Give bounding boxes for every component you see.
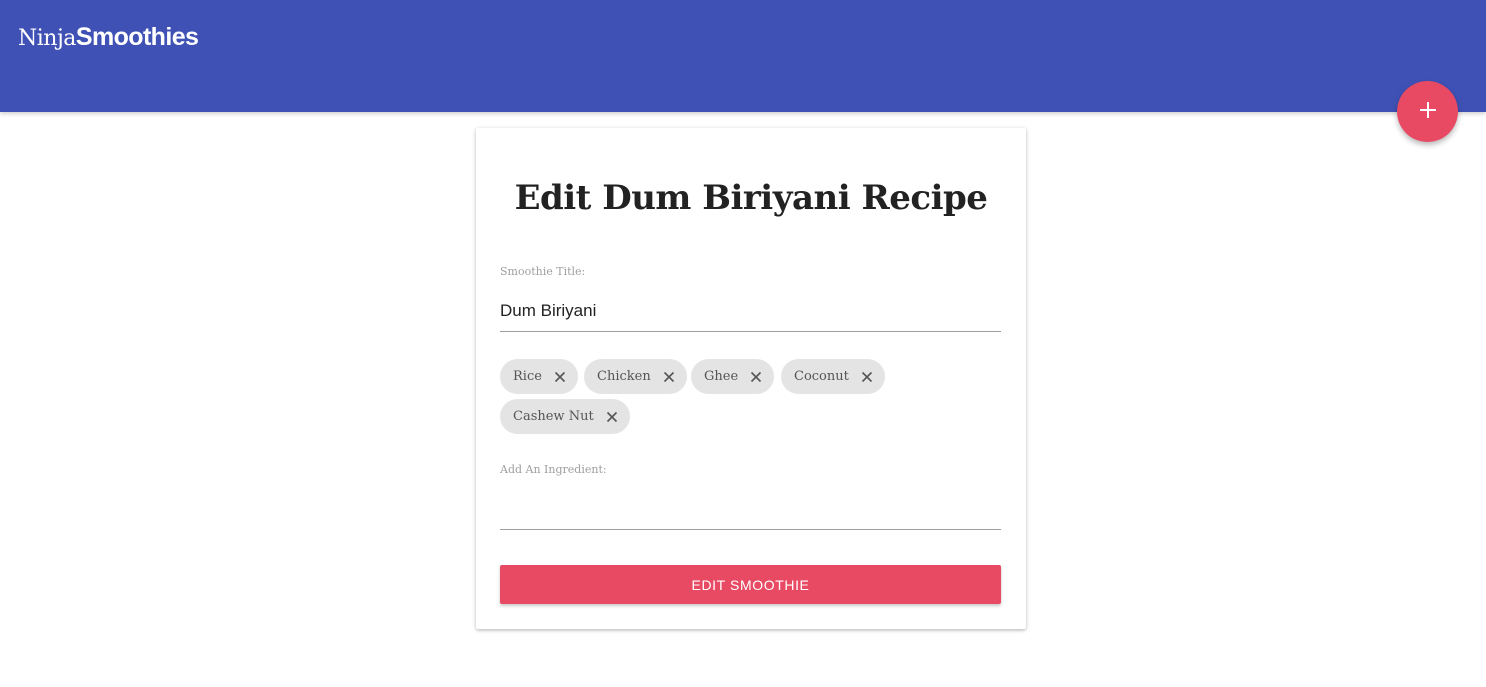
close-icon[interactable] [554,371,566,383]
ingredient-field-label: Add An Ingredient: [500,463,607,476]
navbar: NinjaSmoothies [0,0,1486,112]
ingredient-chip: Ghee [691,359,775,394]
brand-name-light: Ninja [18,26,76,51]
ingredient-chip-label: Coconut [794,369,849,384]
edit-recipe-card: Edit Dum Biriyani Recipe Smoothie Title:… [476,128,1026,629]
ingredient-chip-label: Chicken [597,369,651,384]
close-icon[interactable] [663,371,675,383]
ingredient-chip: Chicken [584,359,687,394]
plus-icon [1418,100,1438,123]
edit-smoothie-button[interactable]: EDIT SMOOTHIE [500,565,1001,604]
title-field-label: Smoothie Title: [500,265,586,278]
close-icon[interactable] [861,371,873,383]
brand-logo-link[interactable]: NinjaSmoothies [18,22,199,54]
ingredient-chip: Coconut [781,359,885,394]
ingredient-chip: Rice [500,359,578,394]
add-smoothie-button[interactable] [1397,81,1458,142]
brand-name-bold: Smoothies [75,23,199,51]
page-title: Edit Dum Biriyani Recipe [514,178,988,218]
title-field[interactable] [500,290,1001,332]
close-icon[interactable] [606,411,618,423]
ingredient-chip-label: Rice [513,369,542,384]
ingredient-chip: Cashew Nut [500,399,630,434]
close-icon[interactable] [750,371,762,383]
ingredient-chip-label: Cashew Nut [513,409,594,424]
ingredient-field[interactable] [500,488,1001,530]
ingredient-chip-label: Ghee [704,369,739,384]
